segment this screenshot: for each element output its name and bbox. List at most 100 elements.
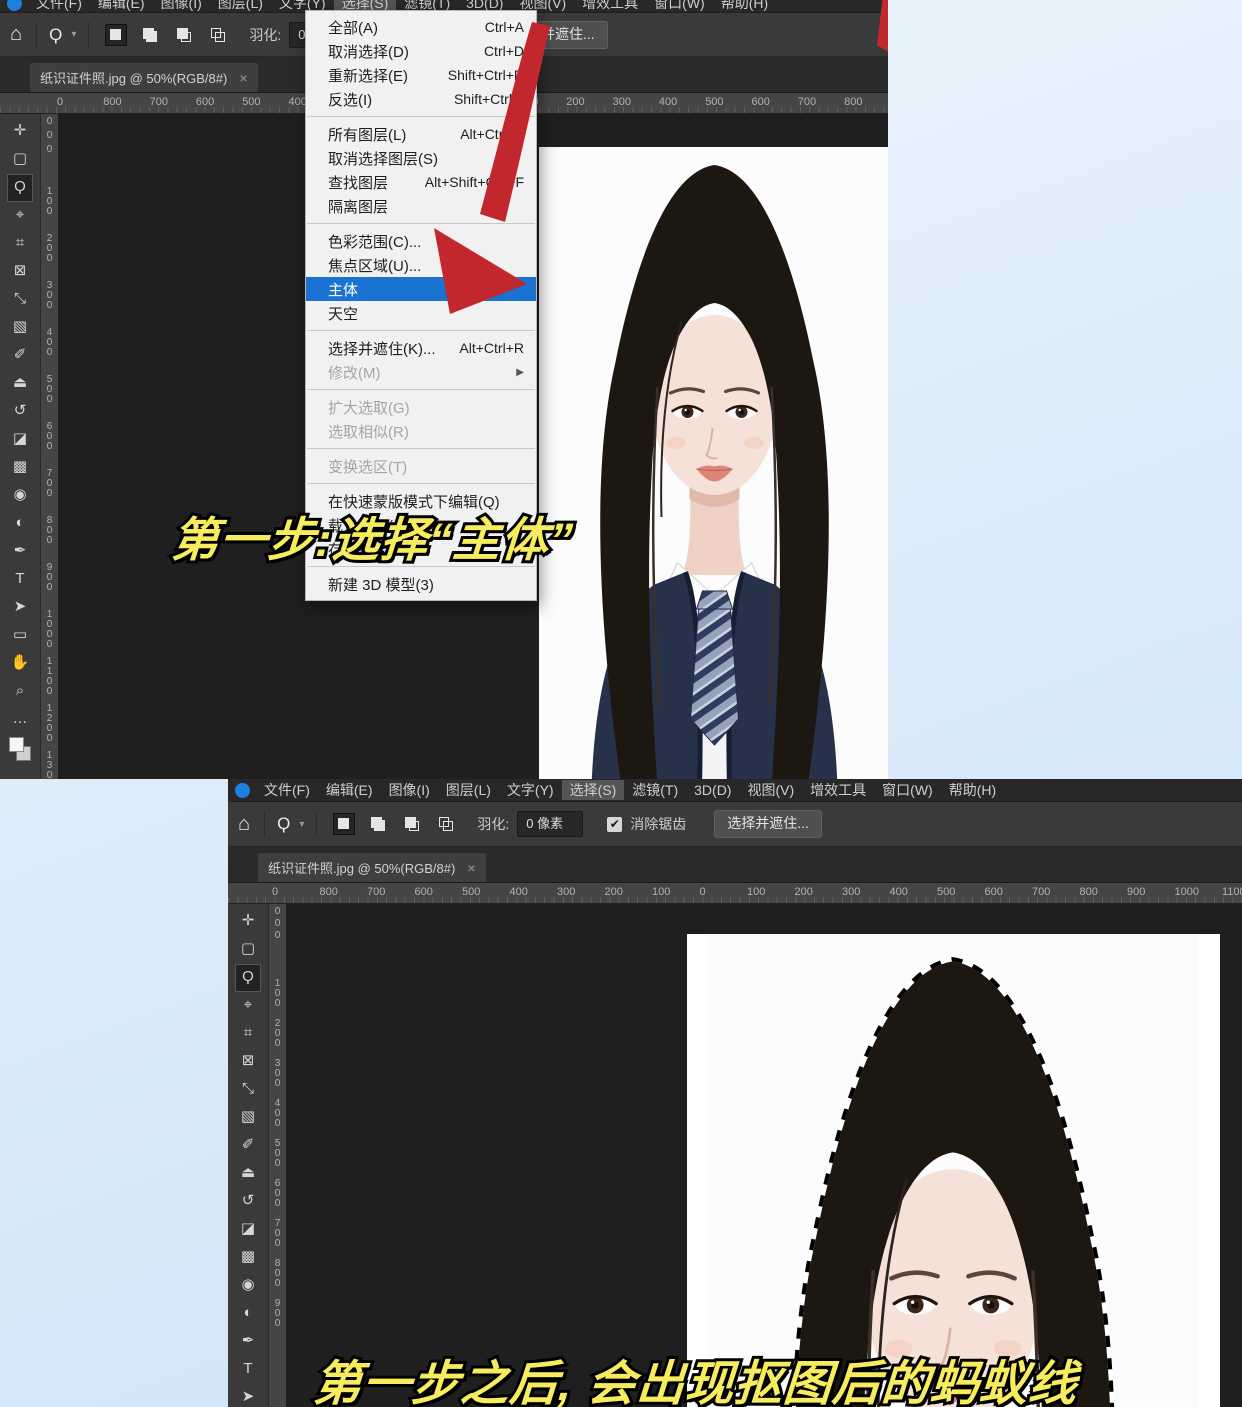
move-tool-icon[interactable]: ✛ [235, 908, 261, 936]
document-tab[interactable]: 纸识证件照.jpg @ 50%(RGB/8#) × [258, 853, 486, 882]
menu-窗口(W)[interactable]: 窗口(W) [646, 0, 713, 12]
eyedropper-tool-icon[interactable]: ⤡ [235, 1076, 261, 1104]
menu-item-选择并遮住(K)...[interactable]: 选择并遮住(K)... Alt+Ctrl+R [306, 336, 536, 360]
menu-item-查找图层[interactable]: 查找图层 Alt+Shift+Ctrl+F [306, 170, 536, 194]
marquee-tool-icon[interactable]: ▢ [7, 146, 33, 174]
type-tool-icon[interactable]: T [7, 566, 33, 594]
quick-tool-icon[interactable]: ⌖ [235, 992, 261, 1020]
home-icon[interactable]: ⌂ [10, 23, 22, 46]
close-icon[interactable]: × [239, 70, 247, 86]
lasso-tool-icon[interactable]: Ϙ [235, 964, 261, 992]
more-tool-icon[interactable]: … [7, 706, 33, 734]
menu-item-主体[interactable]: 主体 [306, 277, 536, 301]
menu-item-焦点区域(U)...[interactable]: 焦点区域(U)... [306, 253, 536, 277]
brush-tool-icon[interactable]: ✐ [235, 1132, 261, 1160]
add-to-selection-icon[interactable] [139, 24, 161, 46]
menu-编辑(E)[interactable]: 编辑(E) [318, 780, 381, 800]
menu-item-色彩范围(C)...[interactable]: 色彩范围(C)... [306, 229, 536, 253]
gradient-tool-icon[interactable]: ▩ [235, 1244, 261, 1272]
history-tool-icon[interactable]: ↺ [7, 398, 33, 426]
gradient-tool-icon[interactable]: ▩ [7, 454, 33, 482]
menu-文件(F)[interactable]: 文件(F) [28, 0, 90, 12]
foreground-color-swatch[interactable] [9, 737, 24, 752]
blur-tool-icon[interactable]: ◉ [235, 1272, 261, 1300]
antialias-checkbox[interactable]: ✔ [607, 816, 623, 832]
menu-item-取消选择(D)[interactable]: 取消选择(D) Ctrl+D [306, 39, 536, 63]
lasso-tool-icon[interactable]: Ϙ [7, 174, 33, 202]
subtract-from-selection-icon[interactable] [401, 813, 423, 835]
marquee-tool-icon[interactable]: ▢ [235, 936, 261, 964]
menu-文件(F)[interactable]: 文件(F) [256, 780, 318, 800]
menu-视图(V)[interactable]: 视图(V) [739, 780, 802, 800]
menu-item-取消选择图层(S)[interactable]: 取消选择图层(S) [306, 146, 536, 170]
menu-item-修改(M)[interactable]: 修改(M) ▶ [306, 360, 536, 384]
document-tab[interactable]: 纸识证件照.jpg @ 50%(RGB/8#) × [30, 63, 258, 92]
menu-item-重新选择(E)[interactable]: 重新选择(E) Shift+Ctrl+D [306, 63, 536, 87]
menu-帮助(H)[interactable]: 帮助(H) [941, 780, 1004, 800]
healing-tool-icon[interactable]: ▧ [7, 314, 33, 342]
menu-增效工具[interactable]: 增效工具 [574, 0, 646, 12]
menu-图像(I)[interactable]: 图像(I) [381, 780, 438, 800]
type-tool-icon[interactable]: T [235, 1356, 261, 1384]
slice-tool-icon[interactable]: ⊠ [235, 1048, 261, 1076]
new-selection-icon[interactable] [333, 813, 356, 835]
quick-tool-icon[interactable]: ⌖ [7, 202, 33, 230]
healing-tool-icon[interactable]: ▧ [235, 1104, 261, 1132]
menu-item-变换选区(T)[interactable]: 变换选区(T) [306, 454, 536, 478]
dodge-tool-icon[interactable]: ◐ [7, 510, 33, 538]
menu-item-选取相似(R)[interactable]: 选取相似(R) [306, 419, 536, 443]
home-icon[interactable]: ⌂ [238, 813, 250, 836]
menu-图层(L)[interactable]: 图层(L) [210, 0, 271, 12]
lasso-tool-icon[interactable]: Ϙ [49, 25, 62, 45]
pen-tool-icon[interactable]: ✒ [235, 1328, 261, 1356]
menu-增效工具[interactable]: 增效工具 [802, 780, 874, 800]
menu-帮助(H)[interactable]: 帮助(H) [713, 0, 776, 12]
menu-编辑(E)[interactable]: 编辑(E) [90, 0, 153, 12]
lasso-tool-icon[interactable]: Ϙ [277, 814, 290, 834]
menu-item-全部(A)[interactable]: 全部(A) Ctrl+A [306, 15, 536, 39]
shape-tool-icon[interactable]: ▭ [7, 622, 33, 650]
select-tool-icon[interactable]: ➤ [7, 594, 33, 622]
menu-3D(D)[interactable]: 3D(D) [686, 782, 739, 798]
eraser-tool-icon[interactable]: ◪ [235, 1216, 261, 1244]
intersect-selection-icon[interactable] [207, 24, 229, 46]
stamp-tool-icon[interactable]: ⏏ [7, 370, 33, 398]
menu-item-反选(I)[interactable]: 反选(I) Shift+Ctrl+I [306, 87, 536, 111]
menu-item-天空[interactable]: 天空 [306, 301, 536, 325]
blur-tool-icon[interactable]: ◉ [7, 482, 33, 510]
menu-选择(S)[interactable]: 选择(S) [561, 780, 625, 800]
slice-tool-icon[interactable]: ⊠ [7, 258, 33, 286]
menu-item-所有图层(L)[interactable]: 所有图层(L) Alt+Ctrl+A [306, 122, 536, 146]
close-icon[interactable]: × [467, 860, 475, 876]
zoom-tool-icon[interactable]: ⌕ [7, 678, 33, 706]
eyedropper-tool-icon[interactable]: ⤡ [7, 286, 33, 314]
menu-item-隔离图层[interactable]: 隔离图层 [306, 194, 536, 218]
history-tool-icon[interactable]: ↺ [235, 1188, 261, 1216]
intersect-selection-icon[interactable] [435, 813, 457, 835]
menu-图层(L)[interactable]: 图层(L) [438, 780, 499, 800]
chevron-down-icon[interactable]: ▾ [299, 819, 304, 830]
menu-item-扩大选取(G)[interactable]: 扩大选取(G) [306, 395, 536, 419]
menu-图像(I)[interactable]: 图像(I) [153, 0, 210, 12]
crop-tool-icon[interactable]: ⌗ [7, 230, 33, 258]
menu-item-新建 3D 模型(3)[interactable]: 新建 3D 模型(3) [306, 572, 536, 596]
crop-tool-icon[interactable]: ⌗ [235, 1020, 261, 1048]
eraser-tool-icon[interactable]: ◪ [7, 426, 33, 454]
menu-文字(Y)[interactable]: 文字(Y) [499, 780, 562, 800]
menu-滤镜(T)[interactable]: 滤镜(T) [624, 780, 686, 800]
chevron-down-icon[interactable]: ▾ [71, 29, 76, 40]
move-tool-icon[interactable]: ✛ [7, 118, 33, 146]
add-to-selection-icon[interactable] [367, 813, 389, 835]
menu-窗口(W)[interactable]: 窗口(W) [874, 780, 941, 800]
dodge-tool-icon[interactable]: ◐ [235, 1300, 261, 1328]
select-tool-icon[interactable]: ➤ [235, 1384, 261, 1407]
pen-tool-icon[interactable]: ✒ [7, 538, 33, 566]
new-selection-icon[interactable] [105, 23, 128, 46]
color-swatches[interactable] [8, 736, 32, 762]
select-and-mask-button[interactable]: 选择并遮住... [714, 810, 822, 838]
feather-input[interactable]: 0 像素 [517, 811, 584, 837]
brush-tool-icon[interactable]: ✐ [7, 342, 33, 370]
stamp-tool-icon[interactable]: ⏏ [235, 1160, 261, 1188]
subtract-from-selection-icon[interactable] [173, 24, 195, 46]
hand-tool-icon[interactable]: ✋ [7, 650, 33, 678]
